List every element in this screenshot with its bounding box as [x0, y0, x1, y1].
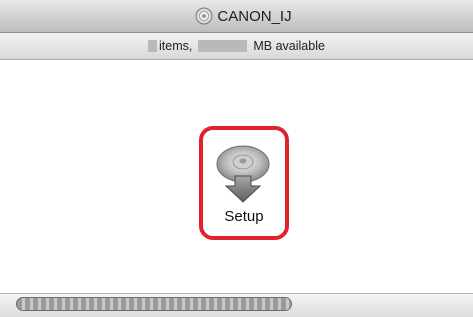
- item-count-redacted: [148, 40, 158, 52]
- window-title-text: CANON_IJ: [217, 7, 292, 25]
- mb-count-redacted: [198, 40, 248, 52]
- window-title: CANON_IJ: [195, 7, 292, 25]
- setup-label: Setup: [224, 208, 264, 225]
- scrollbar-thumb[interactable]: [16, 297, 292, 311]
- status-bar: items, MB available: [0, 33, 473, 60]
- window-title-bar[interactable]: CANON_IJ: [0, 0, 473, 33]
- items-text: items,: [159, 39, 193, 53]
- window-content: Setup: [0, 61, 473, 281]
- setup-installer-icon[interactable]: [215, 142, 271, 204]
- mb-available-text: MB available: [253, 39, 325, 53]
- setup-item[interactable]: Setup: [199, 126, 289, 240]
- disc-icon: [195, 7, 213, 25]
